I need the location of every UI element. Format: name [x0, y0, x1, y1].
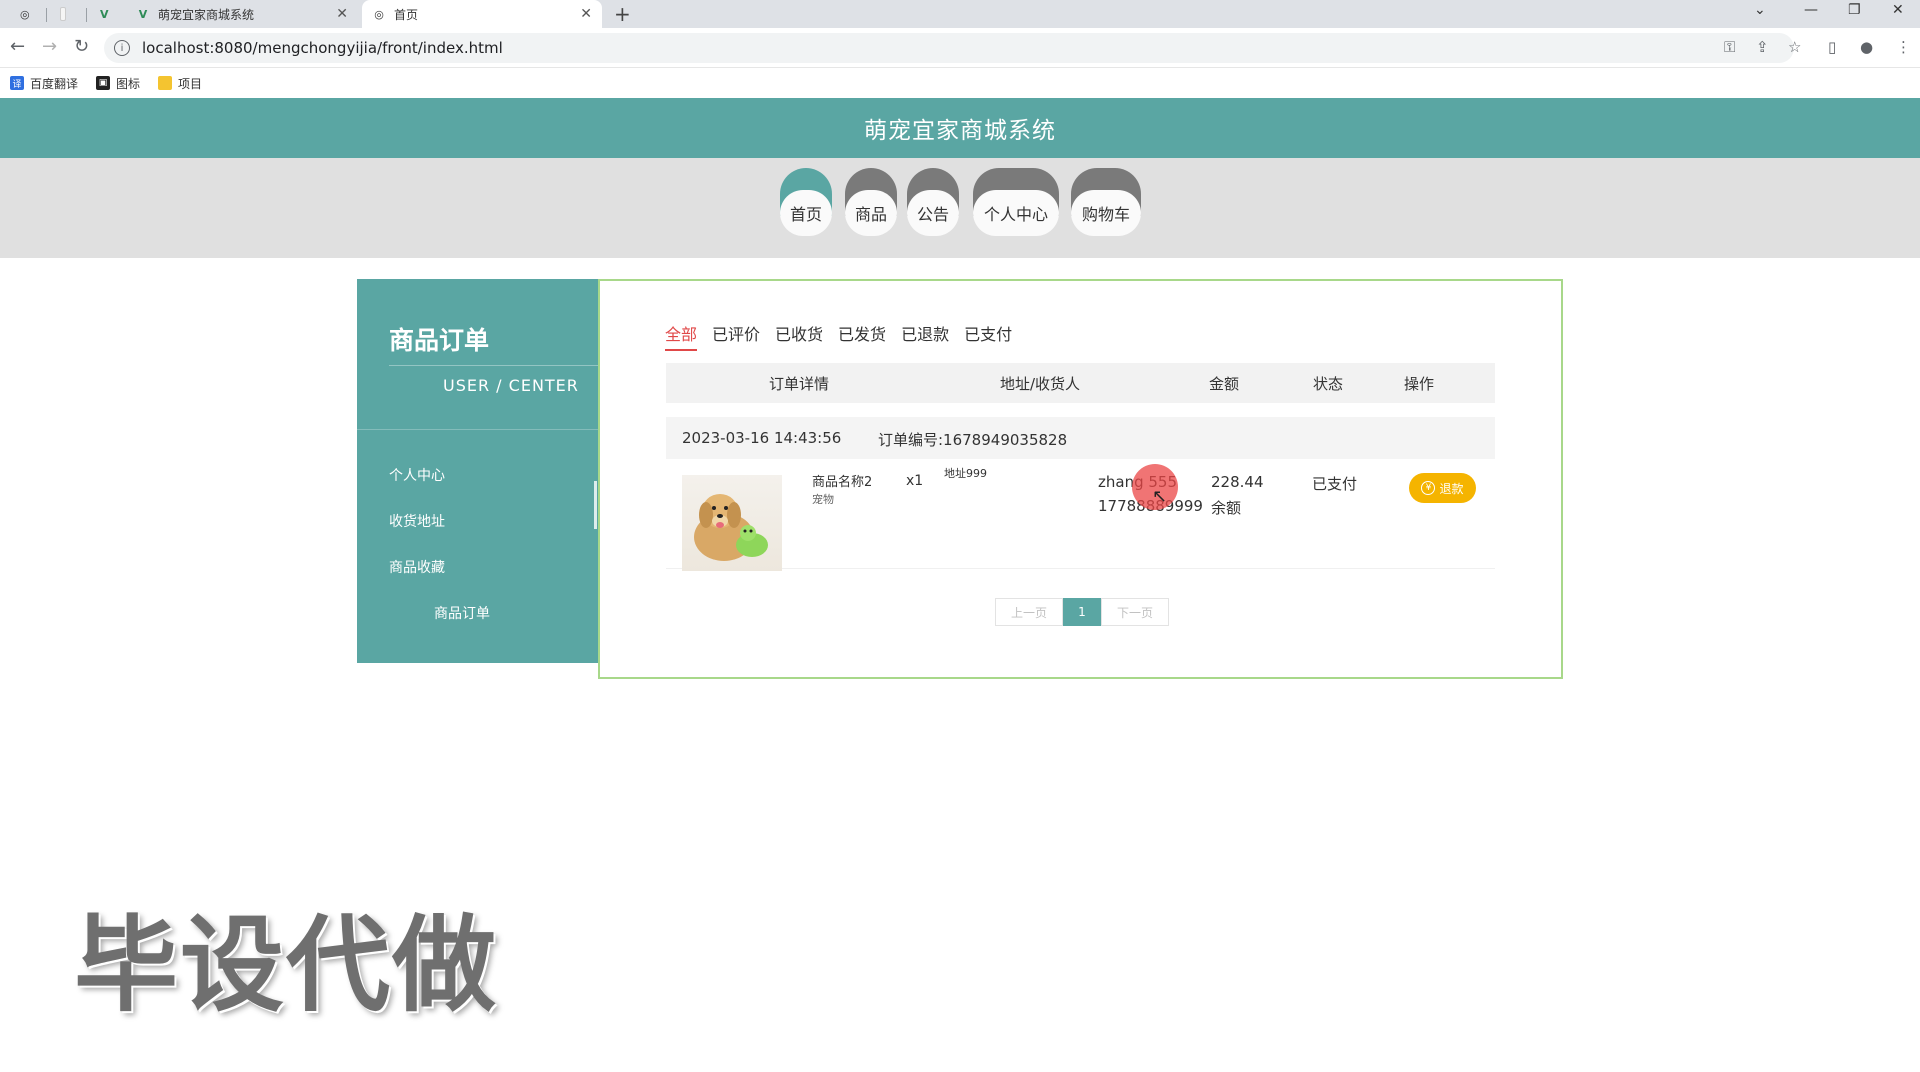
product-image[interactable]	[682, 475, 782, 571]
browser-tab[interactable]	[50, 0, 84, 28]
nav-notices[interactable]: 公告	[907, 168, 959, 238]
url-text: localhost:8080/mengchongyijia/front/inde…	[142, 39, 503, 57]
order-status-tabs: 全部 已评价 已收货 已发货 已退款 已支付	[665, 321, 1027, 351]
reload-icon[interactable]: ↻	[74, 36, 89, 57]
tab-received[interactable]: 已收货	[775, 321, 823, 351]
sidebar-subtitle: USER / CENTER	[443, 376, 579, 395]
column-header: 操作	[1404, 375, 1435, 393]
sidebar-active-indicator	[594, 481, 597, 529]
image-icon: ▣	[96, 76, 111, 90]
order-time: 2023-03-16 14:43:56	[682, 429, 842, 447]
vue-logo-icon: V	[100, 7, 109, 21]
nav-label: 公告	[907, 190, 959, 236]
restore-icon[interactable]: ❐	[1848, 2, 1861, 18]
orders-table-header: 订单详情 地址/收货人 金额 状态 操作	[666, 363, 1495, 403]
nav-user-center[interactable]: 个人中心	[973, 168, 1059, 238]
new-tab-button[interactable]: +	[614, 2, 631, 26]
site-header: 萌宠宜家商城系统	[0, 98, 1920, 158]
browser-tab[interactable]: ◎	[10, 0, 46, 28]
column-header: 状态	[1313, 375, 1344, 393]
payment-method: 余额	[1211, 499, 1242, 517]
sidebar-item-orders[interactable]: 商品订单	[434, 603, 490, 623]
refund-label: 退款	[1439, 481, 1464, 496]
yen-icon: ¥	[1421, 481, 1436, 495]
back-arrow-icon[interactable]: ←	[10, 36, 25, 57]
tab-label: 首页	[394, 7, 419, 22]
sidebar-item-address[interactable]: 收货地址	[389, 511, 445, 531]
side-panel-icon[interactable]: ▯	[1828, 38, 1836, 56]
sidebar-item-favorites[interactable]: 商品收藏	[389, 557, 445, 577]
address-bar-row: ← → ↻ i localhost:8080/mengchongyijia/fr…	[0, 28, 1920, 68]
prev-page-button[interactable]: 上一页	[995, 598, 1063, 626]
browser-tab[interactable]: V	[90, 0, 126, 28]
shipping-address: 地址999	[944, 467, 987, 480]
share-icon[interactable]: ⇪	[1756, 38, 1769, 56]
key-icon[interactable]: ⚿	[1724, 38, 1735, 56]
vue-logo-icon: V	[138, 7, 148, 21]
order-amount: 228.44	[1211, 473, 1264, 491]
tab-paid[interactable]: 已支付	[964, 321, 1012, 351]
nav-label: 商品	[845, 190, 897, 236]
main-nav: 首页 商品 公告 个人中心 购物车	[0, 158, 1920, 258]
browser-tab-bar: ◎ V V 萌宠宜家商城系统 ✕ ◎ 首页 ✕ + ⌄ — ❐ ✕	[0, 0, 1920, 28]
pagination: 上一页 1 下一页	[995, 598, 1169, 626]
product-name[interactable]: 商品名称2	[812, 471, 872, 490]
bookmarks-bar: 译 百度翻译 ▣ 图标 项目	[0, 68, 1920, 98]
tab-reviewed[interactable]: 已评价	[712, 321, 760, 351]
order-status: 已支付	[1312, 475, 1358, 493]
translate-icon: 译	[10, 76, 24, 90]
sidebar-item-user-center[interactable]: 个人中心	[389, 465, 445, 485]
bookmark-baidu-translate[interactable]: 译 百度翻译	[10, 75, 78, 92]
order-row: 商品名称2 宠物 x1 地址999 zhang 555 17788889999 …	[666, 459, 1495, 571]
forward-arrow-icon[interactable]: →	[42, 36, 57, 57]
blank-page-icon	[60, 7, 66, 21]
tab-label: 萌宠宜家商城系统	[158, 7, 255, 22]
site-title: 萌宠宜家商城系统	[864, 118, 1056, 144]
bookmark-label: 百度翻译	[30, 76, 79, 91]
refund-button[interactable]: ¥ 退款	[1409, 473, 1476, 503]
close-icon[interactable]: ✕	[336, 6, 348, 22]
browser-tab-home[interactable]: ◎ 首页 ✕	[362, 0, 602, 28]
nav-label: 个人中心	[973, 190, 1059, 236]
mouse-cursor-icon: ↖	[1152, 486, 1168, 507]
tab-shipped[interactable]: 已发货	[838, 321, 886, 351]
folder-icon	[158, 76, 173, 90]
close-window-icon[interactable]: ✕	[1892, 2, 1904, 18]
order-number: 订单编号:1678949035828	[878, 431, 1068, 449]
column-header: 地址/收货人	[1000, 375, 1081, 393]
minimize-icon[interactable]: —	[1804, 2, 1818, 18]
tab-search-icon[interactable]: ⌄	[1754, 2, 1766, 18]
column-header: 订单详情	[769, 375, 830, 393]
product-quantity: x1	[906, 473, 924, 489]
nav-products[interactable]: 商品	[845, 168, 897, 238]
user-sidebar: 商品订单 USER / CENTER 个人中心 收货地址 商品收藏 商品订单	[357, 279, 599, 663]
order-header-row: 2023-03-16 14:43:56 订单编号:1678949035828	[666, 417, 1495, 459]
browser-tab-mall[interactable]: V 萌宠宜家商城系统 ✕	[126, 0, 358, 28]
next-page-button[interactable]: 下一页	[1101, 598, 1169, 626]
product-type: 宠物	[812, 493, 834, 506]
bookmark-project[interactable]: 项目	[158, 75, 202, 92]
column-header: 金额	[1209, 375, 1240, 393]
menu-dots-icon[interactable]: ⋮	[1896, 38, 1911, 56]
nav-cart[interactable]: 购物车	[1071, 168, 1141, 238]
sidebar-title: 商品订单	[389, 326, 490, 355]
tab-refunded[interactable]: 已退款	[901, 321, 949, 351]
nav-label: 首页	[780, 190, 832, 236]
globe-icon: ◎	[20, 7, 30, 21]
watermark-text: 毕设代做	[74, 904, 499, 1026]
url-field[interactable]: i localhost:8080/mengchongyijia/front/in…	[104, 33, 1794, 63]
page-number-button[interactable]: 1	[1063, 598, 1101, 626]
orders-panel: 全部 已评价 已收货 已发货 已退款 已支付 订单详情 地址/收货人 金额 状态…	[598, 279, 1563, 679]
bookmark-icons[interactable]: ▣ 图标	[96, 75, 140, 92]
tab-all[interactable]: 全部	[665, 321, 698, 351]
profile-icon[interactable]: ●	[1860, 38, 1873, 56]
site-info-icon[interactable]: i	[114, 40, 130, 56]
bookmark-label: 图标	[116, 76, 141, 91]
star-icon[interactable]: ☆	[1788, 38, 1801, 56]
globe-icon: ◎	[374, 7, 384, 21]
nav-home[interactable]: 首页	[780, 168, 832, 238]
bookmark-label: 项目	[178, 76, 203, 91]
close-icon[interactable]: ✕	[580, 6, 592, 22]
nav-label: 购物车	[1071, 190, 1141, 236]
